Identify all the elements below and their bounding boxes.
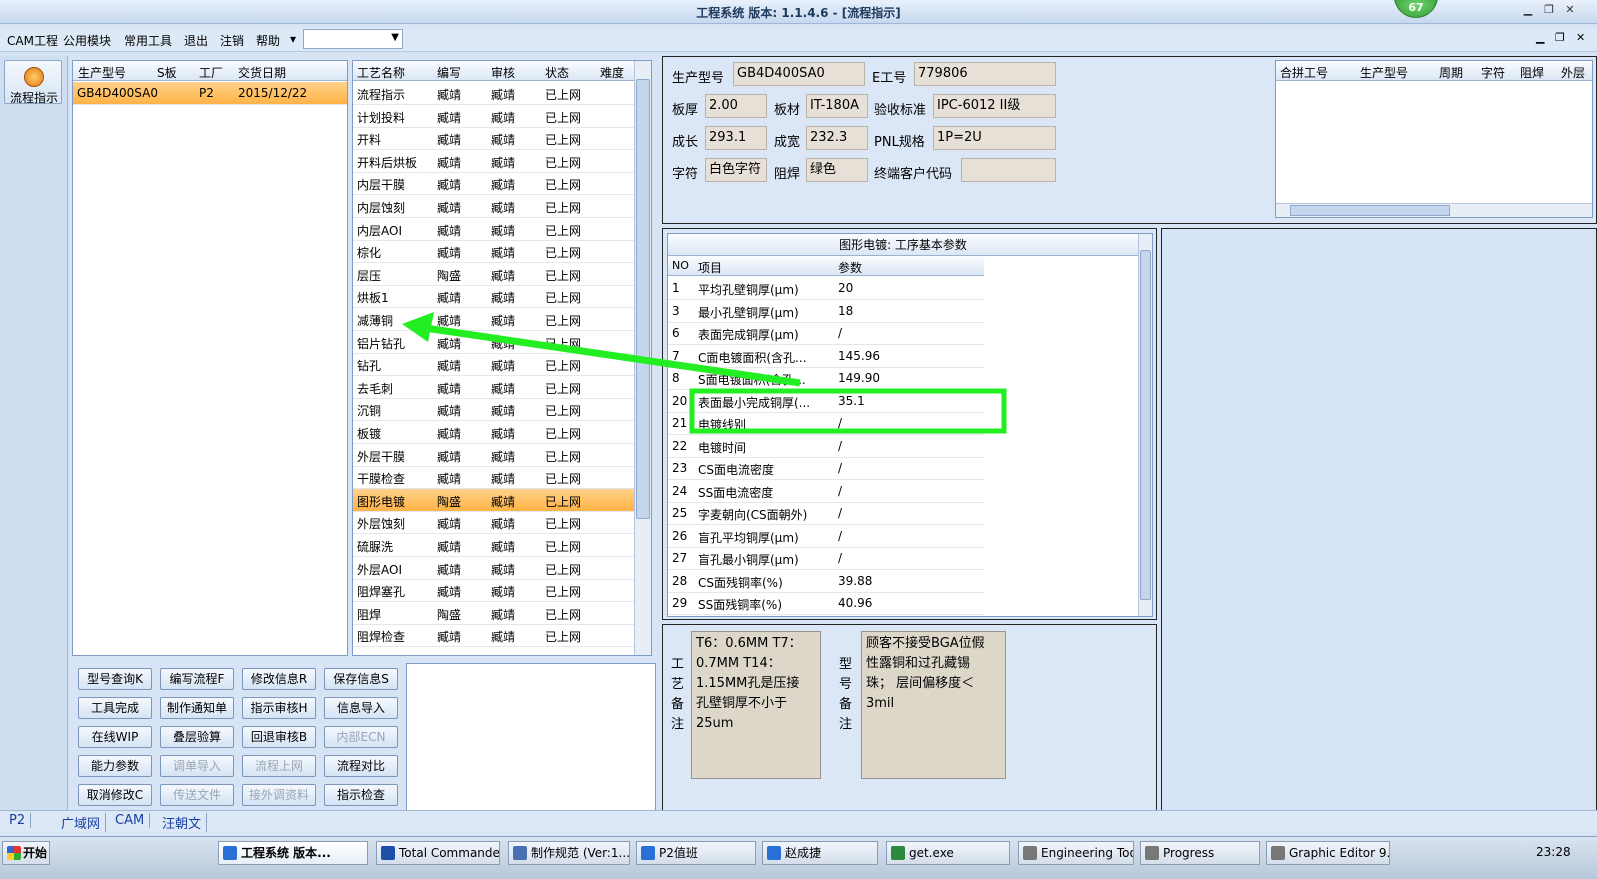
taskbar-item-label: 工程系统 版本... [241, 846, 331, 860]
taskbar-item-label: 赵成捷 [785, 846, 822, 860]
app-icon [891, 846, 905, 860]
app-icon [513, 846, 527, 860]
taskbar-item[interactable]: Total Commander... [376, 841, 500, 865]
clock[interactable]: 23:28 [1536, 845, 1571, 859]
status-module: CAM [110, 813, 151, 828]
app-icon [1023, 846, 1037, 860]
start-label: 开始 [23, 846, 48, 860]
app-icon [641, 846, 655, 860]
taskbar-item-label: get.exe [909, 846, 954, 860]
app-icon [1271, 846, 1285, 860]
taskbar-item-label: Engineering Toolk... [1041, 846, 1133, 860]
status-user: 汪朝文 [157, 813, 208, 832]
taskbar-item[interactable]: Progress [1140, 841, 1260, 865]
taskbar-item-label: Progress [1163, 846, 1215, 860]
taskbar-item[interactable]: P2值班 [636, 841, 756, 865]
taskbar-item[interactable]: Graphic Editor 9.... [1266, 841, 1390, 865]
taskbar-item[interactable]: 赵成捷 [762, 841, 878, 865]
taskbar-item-label: 制作规范 (Ver:1.... [531, 846, 630, 860]
annotation-arrow-line [424, 324, 801, 387]
windows-logo-icon [7, 846, 21, 860]
app-icon [223, 846, 237, 860]
taskbar-item-label: Graphic Editor 9.... [1289, 846, 1390, 860]
app-icon [381, 846, 395, 860]
status-bar: P2 广域网 CAM 汪朝文 [0, 810, 1597, 832]
status-factory: P2 [4, 813, 32, 828]
annotation-highlight-box [689, 388, 1007, 434]
taskbar-item[interactable]: Engineering Toolk... [1018, 841, 1134, 865]
taskbar-item-label: P2值班 [659, 846, 698, 860]
taskbar-item[interactable]: 工程系统 版本... [218, 841, 368, 865]
taskbar-item-label: Total Commander... [399, 846, 500, 860]
start-button[interactable]: 开始 [2, 841, 50, 865]
taskbar-item[interactable]: get.exe [886, 841, 1010, 865]
annotation-arrow-head [402, 312, 434, 342]
app-icon [1145, 846, 1159, 860]
app-icon [767, 846, 781, 860]
annotation-overlay [402, 312, 1007, 434]
taskbar: 开始 工程系统 版本... Total Commander... 制作规范 (Ver… [0, 836, 1597, 879]
status-network: 广域网 [56, 813, 107, 832]
taskbar-item[interactable]: 制作规范 (Ver:1.... [508, 841, 630, 865]
